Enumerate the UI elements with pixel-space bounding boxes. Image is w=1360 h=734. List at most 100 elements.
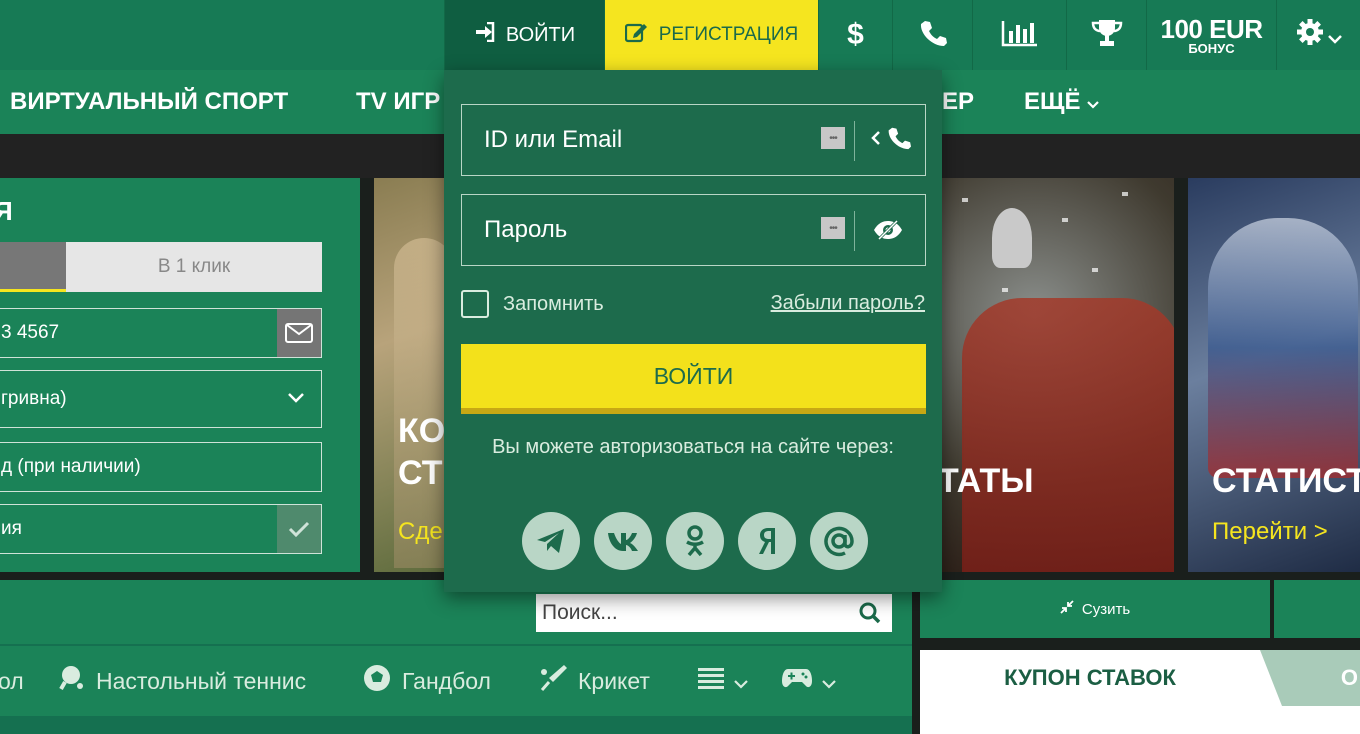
- registration-title: Я: [0, 196, 13, 226]
- password-input[interactable]: [462, 216, 792, 244]
- deposit-button[interactable]: $: [818, 0, 892, 70]
- login-icon: [474, 21, 496, 48]
- mail-icon[interactable]: [810, 512, 868, 570]
- more-sports-menu[interactable]: [698, 646, 748, 716]
- tab-coupon-secondary[interactable]: О: [1260, 650, 1360, 706]
- vk-icon[interactable]: [594, 512, 652, 570]
- sports-bar: ол Настольный теннис Гандбол Крикет: [0, 646, 912, 716]
- check-icon[interactable]: [277, 505, 321, 553]
- autofill-icon[interactable]: •••: [821, 217, 845, 239]
- cup-image: [992, 208, 1032, 268]
- sport-label: Настольный теннис: [96, 667, 307, 694]
- confetti: [1062, 218, 1068, 222]
- phone-field[interactable]: 3 4567: [0, 308, 322, 358]
- settings-button[interactable]: [1276, 0, 1360, 70]
- phone-value: 3 4567: [1, 322, 60, 343]
- envelope-icon[interactable]: [277, 309, 321, 357]
- phone-icon: [887, 126, 911, 155]
- divider: [854, 211, 855, 251]
- id-email-field[interactable]: •••: [461, 104, 926, 176]
- statistics-button[interactable]: [972, 0, 1066, 70]
- currency-value: гривна): [1, 388, 67, 409]
- bonus-button[interactable]: 100 EUR БОНУС: [1146, 0, 1276, 70]
- ok-icon[interactable]: [666, 512, 724, 570]
- banner-3-link[interactable]: Перейти >: [1212, 518, 1328, 546]
- trophy-celebration-image: [962, 298, 1174, 572]
- gamepad-icon: [782, 667, 812, 695]
- tab-bet-coupon[interactable]: КУПОН СТАВОК: [920, 650, 1260, 706]
- tab-one-click[interactable]: В 1 клик: [66, 242, 322, 292]
- table-tennis-icon: [58, 664, 86, 698]
- chevron-down-icon: [822, 668, 836, 695]
- login-submit-button[interactable]: ВОЙТИ: [461, 344, 926, 414]
- collapse-label: Сузить: [1081, 600, 1131, 618]
- divider: [0, 716, 912, 734]
- promo-code-placeholder: д (при наличии): [1, 456, 141, 477]
- sport-item-partial[interactable]: ол: [0, 646, 24, 716]
- chevron-down-icon: [1327, 20, 1342, 51]
- register-button-label: РЕГИСТРАЦИЯ: [658, 24, 799, 45]
- login-by-phone-toggle[interactable]: [871, 105, 911, 175]
- confetti: [962, 198, 968, 202]
- sport-item-table-tennis[interactable]: Настольный теннис: [58, 646, 306, 716]
- register-button[interactable]: РЕГИСТРАЦИЯ: [604, 0, 818, 70]
- bonus-label: БОНУС: [1188, 40, 1235, 56]
- nav-item-partial[interactable]: ЕР: [942, 70, 974, 134]
- bar-chart-icon: [1001, 19, 1039, 52]
- registration-panel: Я В 1 клик 3 4567 гривна) д (при наличии…: [0, 178, 360, 572]
- search-icon[interactable]: [858, 601, 882, 630]
- yandex-icon[interactable]: [738, 512, 796, 570]
- chevron-down-icon: [1086, 88, 1099, 116]
- confetti: [1122, 192, 1128, 196]
- banner-1-title: КО СТ: [398, 410, 445, 494]
- remember-label: Запомнить: [503, 292, 604, 315]
- panel-button[interactable]: [1274, 580, 1360, 638]
- chevron-down-icon: [734, 668, 748, 695]
- phone-button[interactable]: [892, 0, 972, 70]
- autofill-icon[interactable]: •••: [821, 127, 845, 149]
- nav-item-tv-games[interactable]: TV ИГР: [356, 70, 440, 134]
- banner-1-title-line-1: КО: [398, 412, 446, 450]
- login-dropdown: ••• ••• Запомнить Забыли пароль? ВОЙТИ В…: [444, 70, 942, 592]
- remember-checkbox[interactable]: [461, 290, 489, 318]
- phone-icon: [919, 19, 947, 52]
- hockey-player-image: [1208, 218, 1358, 478]
- gear-icon: [1296, 18, 1324, 53]
- terms-checkbox-row[interactable]: ия: [0, 504, 322, 554]
- currency-select[interactable]: гривна): [0, 370, 322, 428]
- sport-label: Гандбол: [402, 667, 491, 694]
- forgot-password-link[interactable]: Забыли пароль?: [771, 292, 925, 315]
- sport-label: ол: [0, 667, 24, 694]
- banner-1-link[interactable]: Сде: [398, 518, 443, 546]
- login-button[interactable]: ВОЙТИ: [444, 0, 604, 70]
- nav-item-more-label: ЕЩЁ: [1024, 88, 1081, 115]
- confetti: [1092, 268, 1098, 272]
- password-field[interactable]: •••: [461, 194, 926, 266]
- nav-item-more[interactable]: ЕЩЁ: [1024, 70, 1099, 134]
- edit-icon: [624, 21, 649, 49]
- eye-icon[interactable]: [873, 195, 903, 265]
- chevron-down-icon: [287, 388, 305, 410]
- bet-coupon: КУПОН СТАВОК О: [920, 650, 1360, 734]
- confetti: [1002, 288, 1008, 292]
- chevron-left-icon: [871, 130, 881, 151]
- bonus-amount: 100 EUR: [1160, 13, 1264, 44]
- nav-item-virtual-sport[interactable]: ВИРТУАЛЬНЫЙ СПОРТ: [10, 70, 288, 134]
- games-menu[interactable]: [782, 646, 836, 716]
- collapse-button[interactable]: Сузить: [920, 580, 1270, 638]
- search-input[interactable]: [542, 601, 842, 625]
- promo-code-field[interactable]: д (при наличии): [0, 442, 322, 492]
- search-box[interactable]: [536, 594, 892, 632]
- tab-registration-type[interactable]: [0, 242, 66, 292]
- remember-me[interactable]: Запомнить: [461, 290, 604, 318]
- sport-item-cricket[interactable]: Крикет: [538, 646, 650, 716]
- telegram-icon[interactable]: [522, 512, 580, 570]
- promo-banner-3[interactable]: СТАТИСТ Перейти >: [1188, 178, 1360, 572]
- terms-text: ия: [1, 518, 22, 539]
- social-login-text: Вы можете авторизоваться на сайте через:: [492, 436, 894, 458]
- id-email-input[interactable]: [462, 126, 792, 154]
- divider: [854, 121, 855, 161]
- promo-banner-2[interactable]: ТАТЫ: [942, 178, 1174, 572]
- tournaments-button[interactable]: [1066, 0, 1146, 70]
- sport-item-handball[interactable]: Гандбол: [362, 646, 491, 716]
